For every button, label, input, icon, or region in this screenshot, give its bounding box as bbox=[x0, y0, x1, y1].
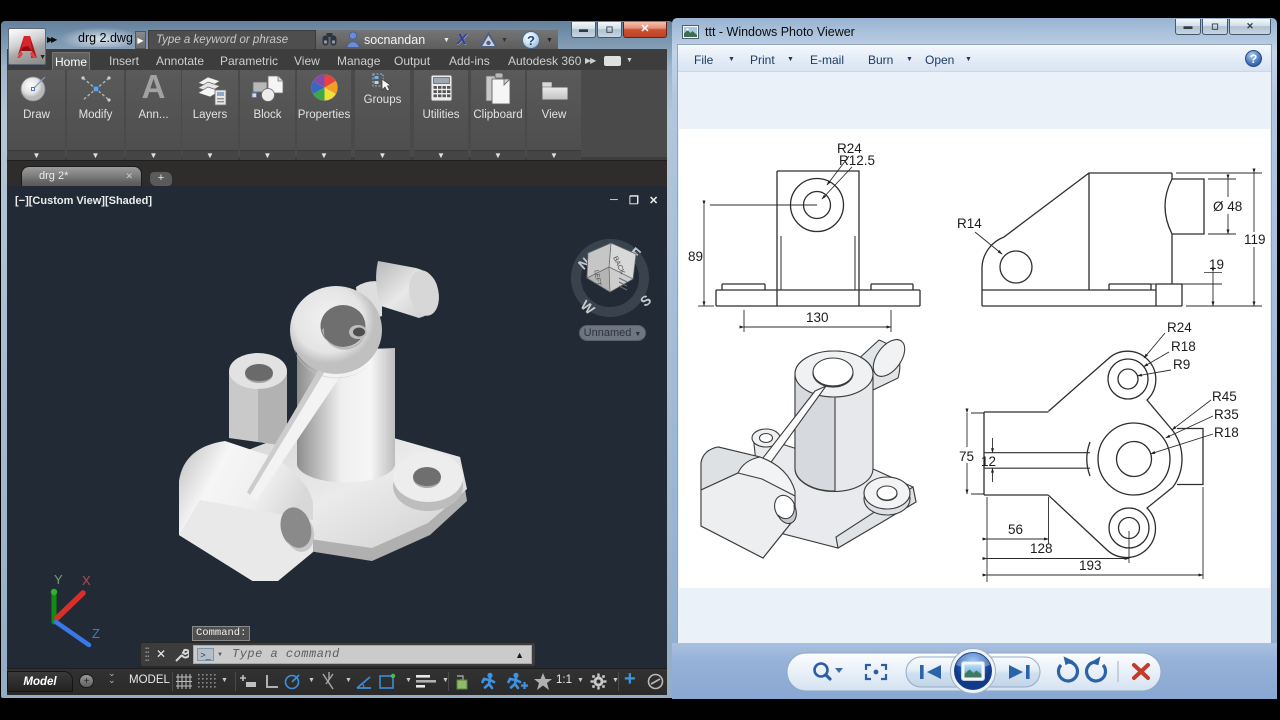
svg-text:19: 19 bbox=[1209, 257, 1224, 272]
svg-text:12: 12 bbox=[981, 454, 996, 469]
svg-text:Y: Y bbox=[54, 572, 63, 587]
svg-text:193: 193 bbox=[1079, 558, 1102, 573]
svg-text:Z: Z bbox=[92, 626, 100, 641]
svg-text:130: 130 bbox=[806, 310, 829, 325]
svg-text:56: 56 bbox=[1008, 522, 1023, 537]
svg-text:Ø 48: Ø 48 bbox=[1213, 199, 1242, 214]
svg-text:X: X bbox=[82, 573, 91, 588]
svg-text:89: 89 bbox=[688, 249, 703, 264]
svg-text:S: S bbox=[637, 291, 654, 309]
svg-text:R18: R18 bbox=[1171, 339, 1196, 354]
svg-text:128: 128 bbox=[1030, 541, 1053, 556]
svg-text:75: 75 bbox=[959, 449, 974, 464]
svg-text:R14: R14 bbox=[957, 216, 982, 231]
svg-text:R24: R24 bbox=[1167, 320, 1192, 335]
svg-text:R45: R45 bbox=[1212, 389, 1237, 404]
svg-text:119: 119 bbox=[1244, 232, 1266, 247]
svg-text:R9: R9 bbox=[1173, 357, 1190, 372]
svg-text:LEFT: LEFT bbox=[592, 270, 602, 287]
svg-text:R18: R18 bbox=[1214, 425, 1239, 440]
svg-text:R35: R35 bbox=[1214, 407, 1239, 422]
svg-text:R12.5: R12.5 bbox=[839, 153, 875, 168]
